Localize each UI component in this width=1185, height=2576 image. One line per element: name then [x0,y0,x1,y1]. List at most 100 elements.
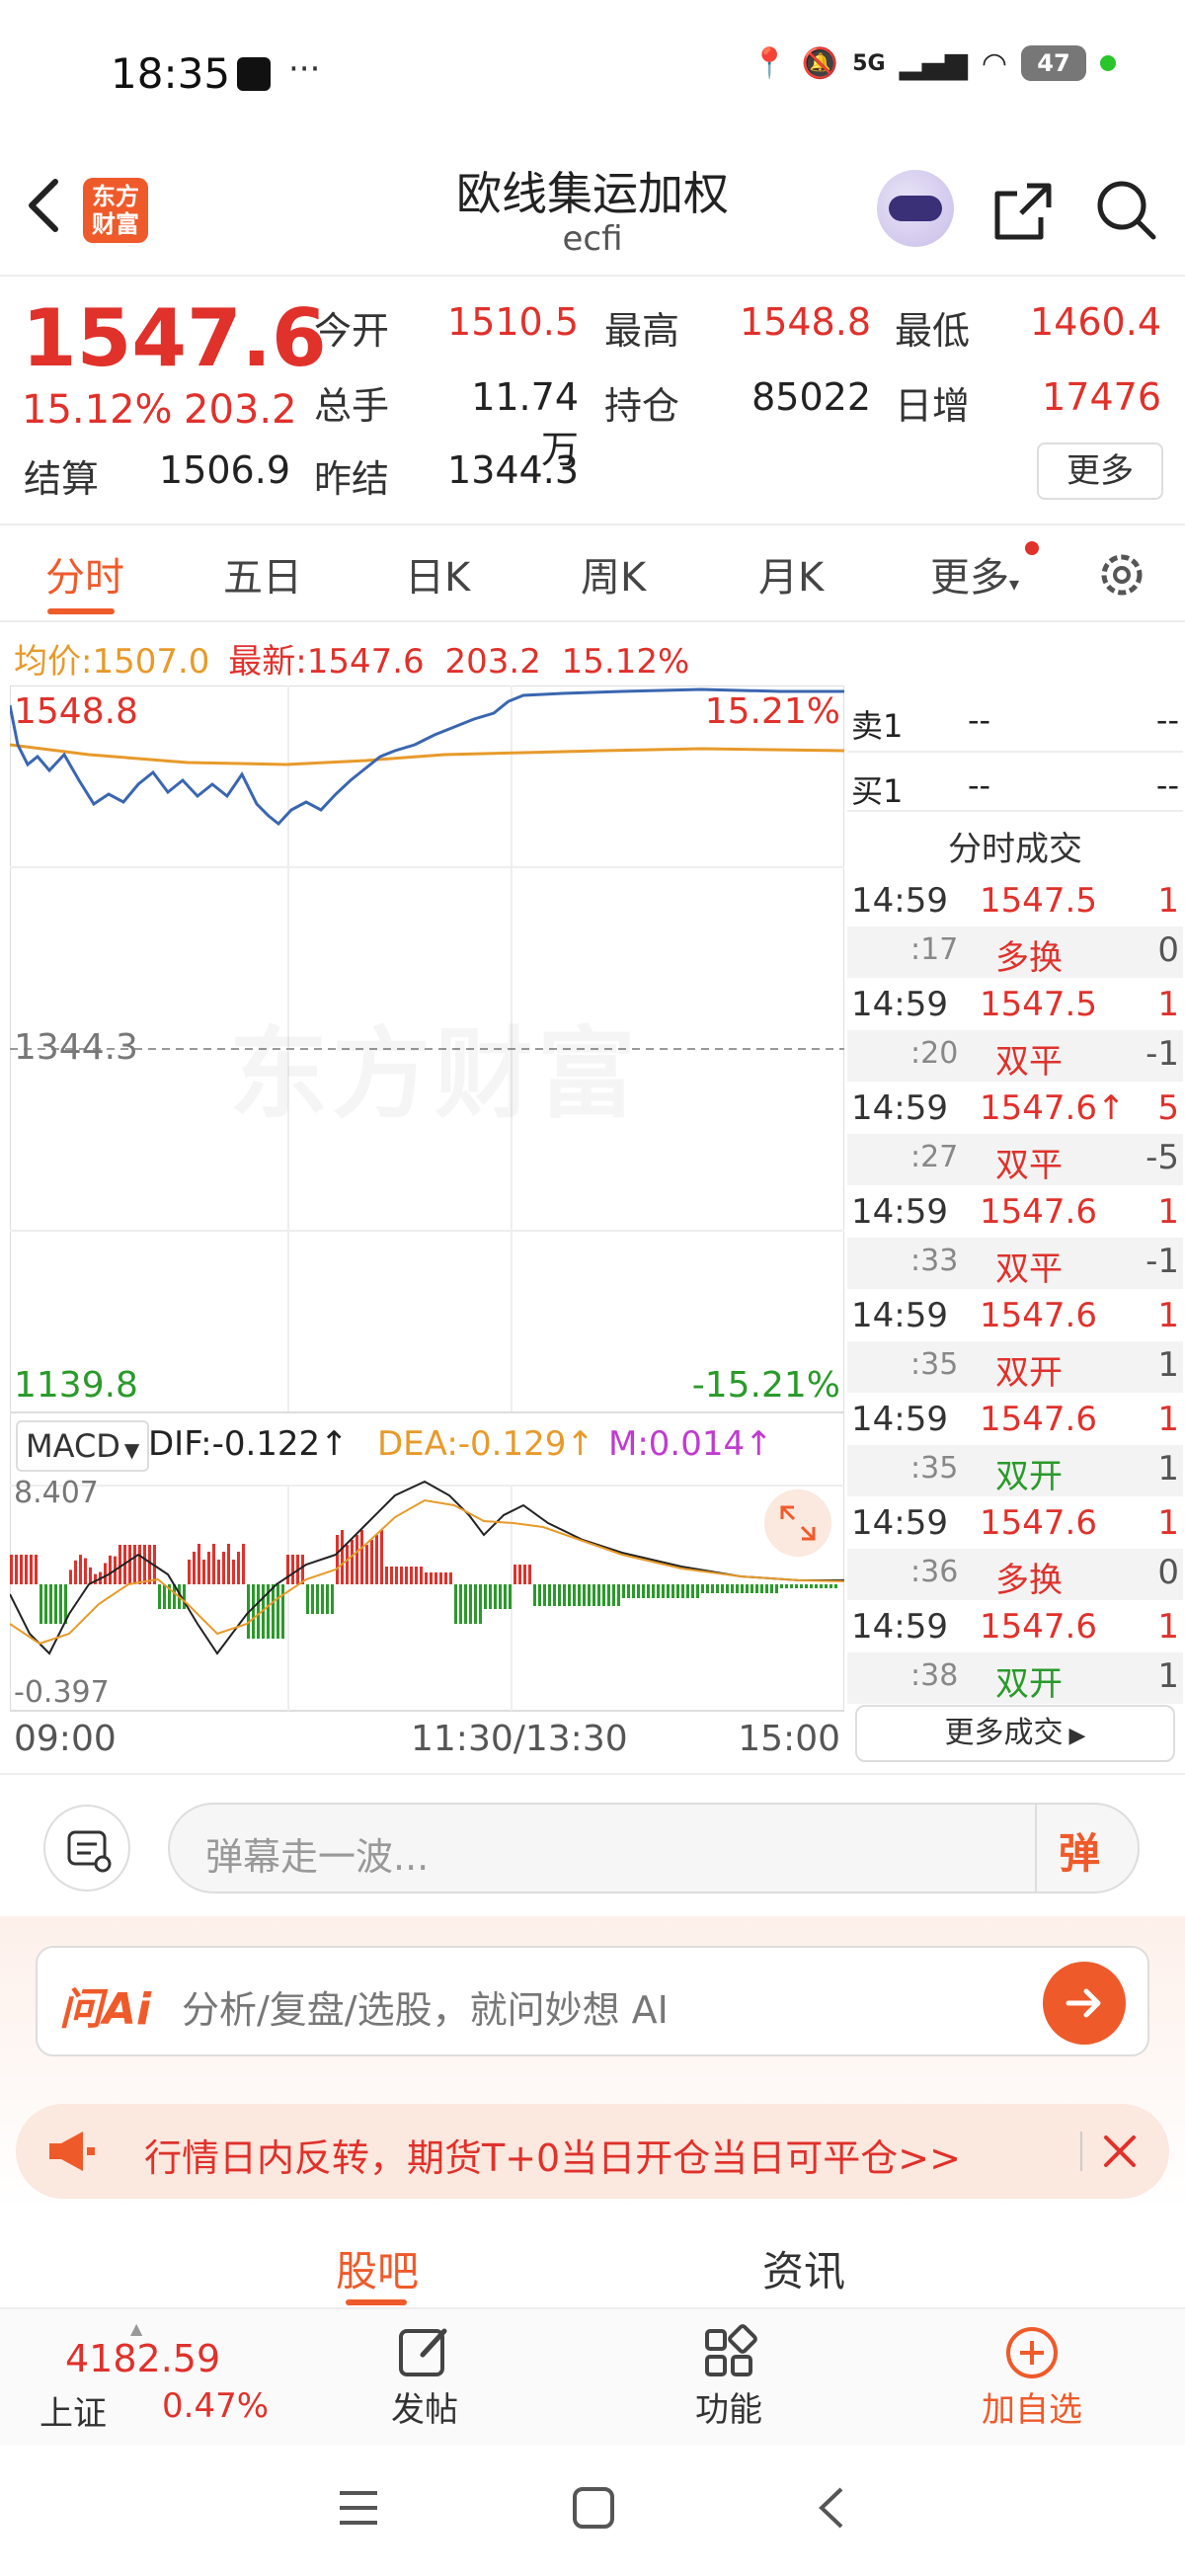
macd-bar [311,1584,314,1614]
ai-search-box[interactable]: 问Ai 分析/复盘/选股，就问妙想 AI [36,1946,1149,2056]
tab-daily-k[interactable]: 日K [405,545,470,603]
tab-weekly-k[interactable]: 周K [581,545,646,603]
macd-bar [750,1584,753,1593]
buy1-volume: -- [1155,766,1179,804]
trade-type: 双平 [995,1042,1063,1082]
macd-bar [484,1584,487,1609]
comment-bar: 弹幕走一波... 弹 [0,1773,1185,1911]
macd-bar [711,1584,714,1593]
expand-icon[interactable] [776,1501,820,1545]
more-notifications-icon: ··· [288,49,321,89]
trade-row: 14:59 1547.6 1 [847,1290,1183,1341]
macd-bar [815,1584,818,1588]
trade-detail-row: :20 双平 -1 [847,1030,1183,1082]
trade-price: 1547.6 [980,1503,1097,1543]
macd-bar [543,1584,546,1606]
macd-bar [133,1545,136,1584]
tab-five-day[interactable]: 五日 [223,545,302,603]
trade-time: 14:59 [851,1296,948,1335]
search-icon[interactable] [1094,178,1159,243]
position-label: 持仓 [604,384,680,428]
functions-label: 功能 [695,2390,762,2430]
tab-more[interactable]: 更多▾ [930,541,1039,603]
more-trades-button[interactable]: 更多成交 ▶ [855,1705,1175,1762]
more-quote-button[interactable]: 更多 [1037,443,1163,500]
chevron-right-icon: ▶ [1068,1724,1086,1748]
macd-bar [834,1584,837,1588]
macd-bar [558,1584,561,1606]
system-navigation [0,2446,1185,2576]
promo-banner[interactable]: 行情日内反转，期货T+0当日开仓当日可平仓>> [16,2104,1169,2199]
comment-input[interactable]: 弹幕走一波... 弹 [168,1803,1140,1893]
macd-bar [469,1584,472,1624]
trade-detail-row: :35 双开 1 [847,1341,1183,1393]
assistant-avatar[interactable] [877,170,954,247]
danmaku-send-button[interactable]: 弹 [1059,1820,1100,1881]
macd-selector[interactable]: MACD ▼ [16,1420,150,1472]
chart-mid-price: 1344.3 [14,1027,138,1068]
page-header: 东方 财富 欧线集运加权 ecfi [0,148,1185,277]
tab-underline [47,608,115,614]
tab-monthly-k[interactable]: 月K [758,545,824,603]
comment-placeholder: 弹幕走一波... [205,1835,430,1879]
high-value: 1548.8 [740,300,871,344]
order-book-divider [847,751,1183,753]
nav-back-icon[interactable] [810,2483,855,2533]
macd-bar [183,1584,186,1609]
trade-volume: 1 [1157,1192,1179,1232]
share-icon[interactable] [991,180,1055,243]
functions-button[interactable]: 功能 [679,2319,778,2438]
post-button[interactable]: 发帖 [375,2319,474,2438]
comment-list-button[interactable] [43,1805,130,1892]
macd-bar [25,1555,28,1584]
trade-delta: -1 [1146,1242,1179,1281]
macd-bar [385,1567,388,1584]
position-value: 85022 [751,375,871,419]
buy1-price: -- [968,766,991,804]
macd-bar [662,1584,665,1598]
macd-bar [291,1555,294,1584]
trade-delta: -1 [1146,1034,1179,1074]
macd-bar [642,1584,645,1598]
macd-bar [820,1584,823,1588]
tab-news[interactable]: 资讯 [762,2238,845,2298]
macd-bar [627,1584,630,1598]
trade-volume: 1 [1157,881,1179,921]
macd-bar [434,1572,437,1584]
trade-detail-row: :27 双平 -5 [847,1134,1183,1185]
intraday-chart[interactable]: 东方财富 1548.8 15.21% 1344.3 1139.8 -15.21%… [8,684,845,1772]
macd-bar [10,1555,13,1584]
menu-icon[interactable] [336,2485,381,2531]
macd-bar [94,1573,97,1584]
macd-bar [504,1584,507,1609]
home-icon[interactable] [571,2485,616,2531]
macd-bar [578,1584,581,1606]
macd-bar [622,1584,625,1598]
macd-bar [518,1565,521,1584]
macd-bar [356,1535,358,1584]
tab-guba[interactable]: 股吧 [336,2238,419,2298]
macd-bar [553,1584,556,1606]
latest-label: 最新: [228,642,307,682]
close-icon[interactable] [1100,2132,1140,2171]
caret-up-icon: ▲ [130,2319,143,2338]
ai-submit-button[interactable] [1043,1962,1126,2045]
macd-bar [657,1584,660,1598]
index-widget[interactable]: ▲ 4182.59 上证 0.47% [36,2319,273,2438]
tab-intraday[interactable]: 分时 [45,545,124,603]
macd-bar [118,1545,121,1584]
macd-bar [351,1540,354,1584]
add-watchlist-button[interactable]: 加自选 [968,2319,1096,2438]
chart-tabs: 分时 五日 日K 周K 月K 更多▾ [0,525,1185,622]
macd-bar [765,1584,768,1593]
trade-detail-row: :17 多换 0 [847,926,1183,978]
settings-icon[interactable] [1094,547,1149,603]
trade-price: 1547.6 [980,1400,1097,1439]
macd-bar [321,1584,324,1614]
time-start: 09:00 [14,1719,117,1759]
macd-bar [104,1563,107,1584]
macd-bar [405,1567,408,1584]
chart-top-pct: 15.21% [704,691,840,732]
macd-bar [667,1584,670,1598]
chart-bottom-pct: -15.21% [691,1365,840,1406]
